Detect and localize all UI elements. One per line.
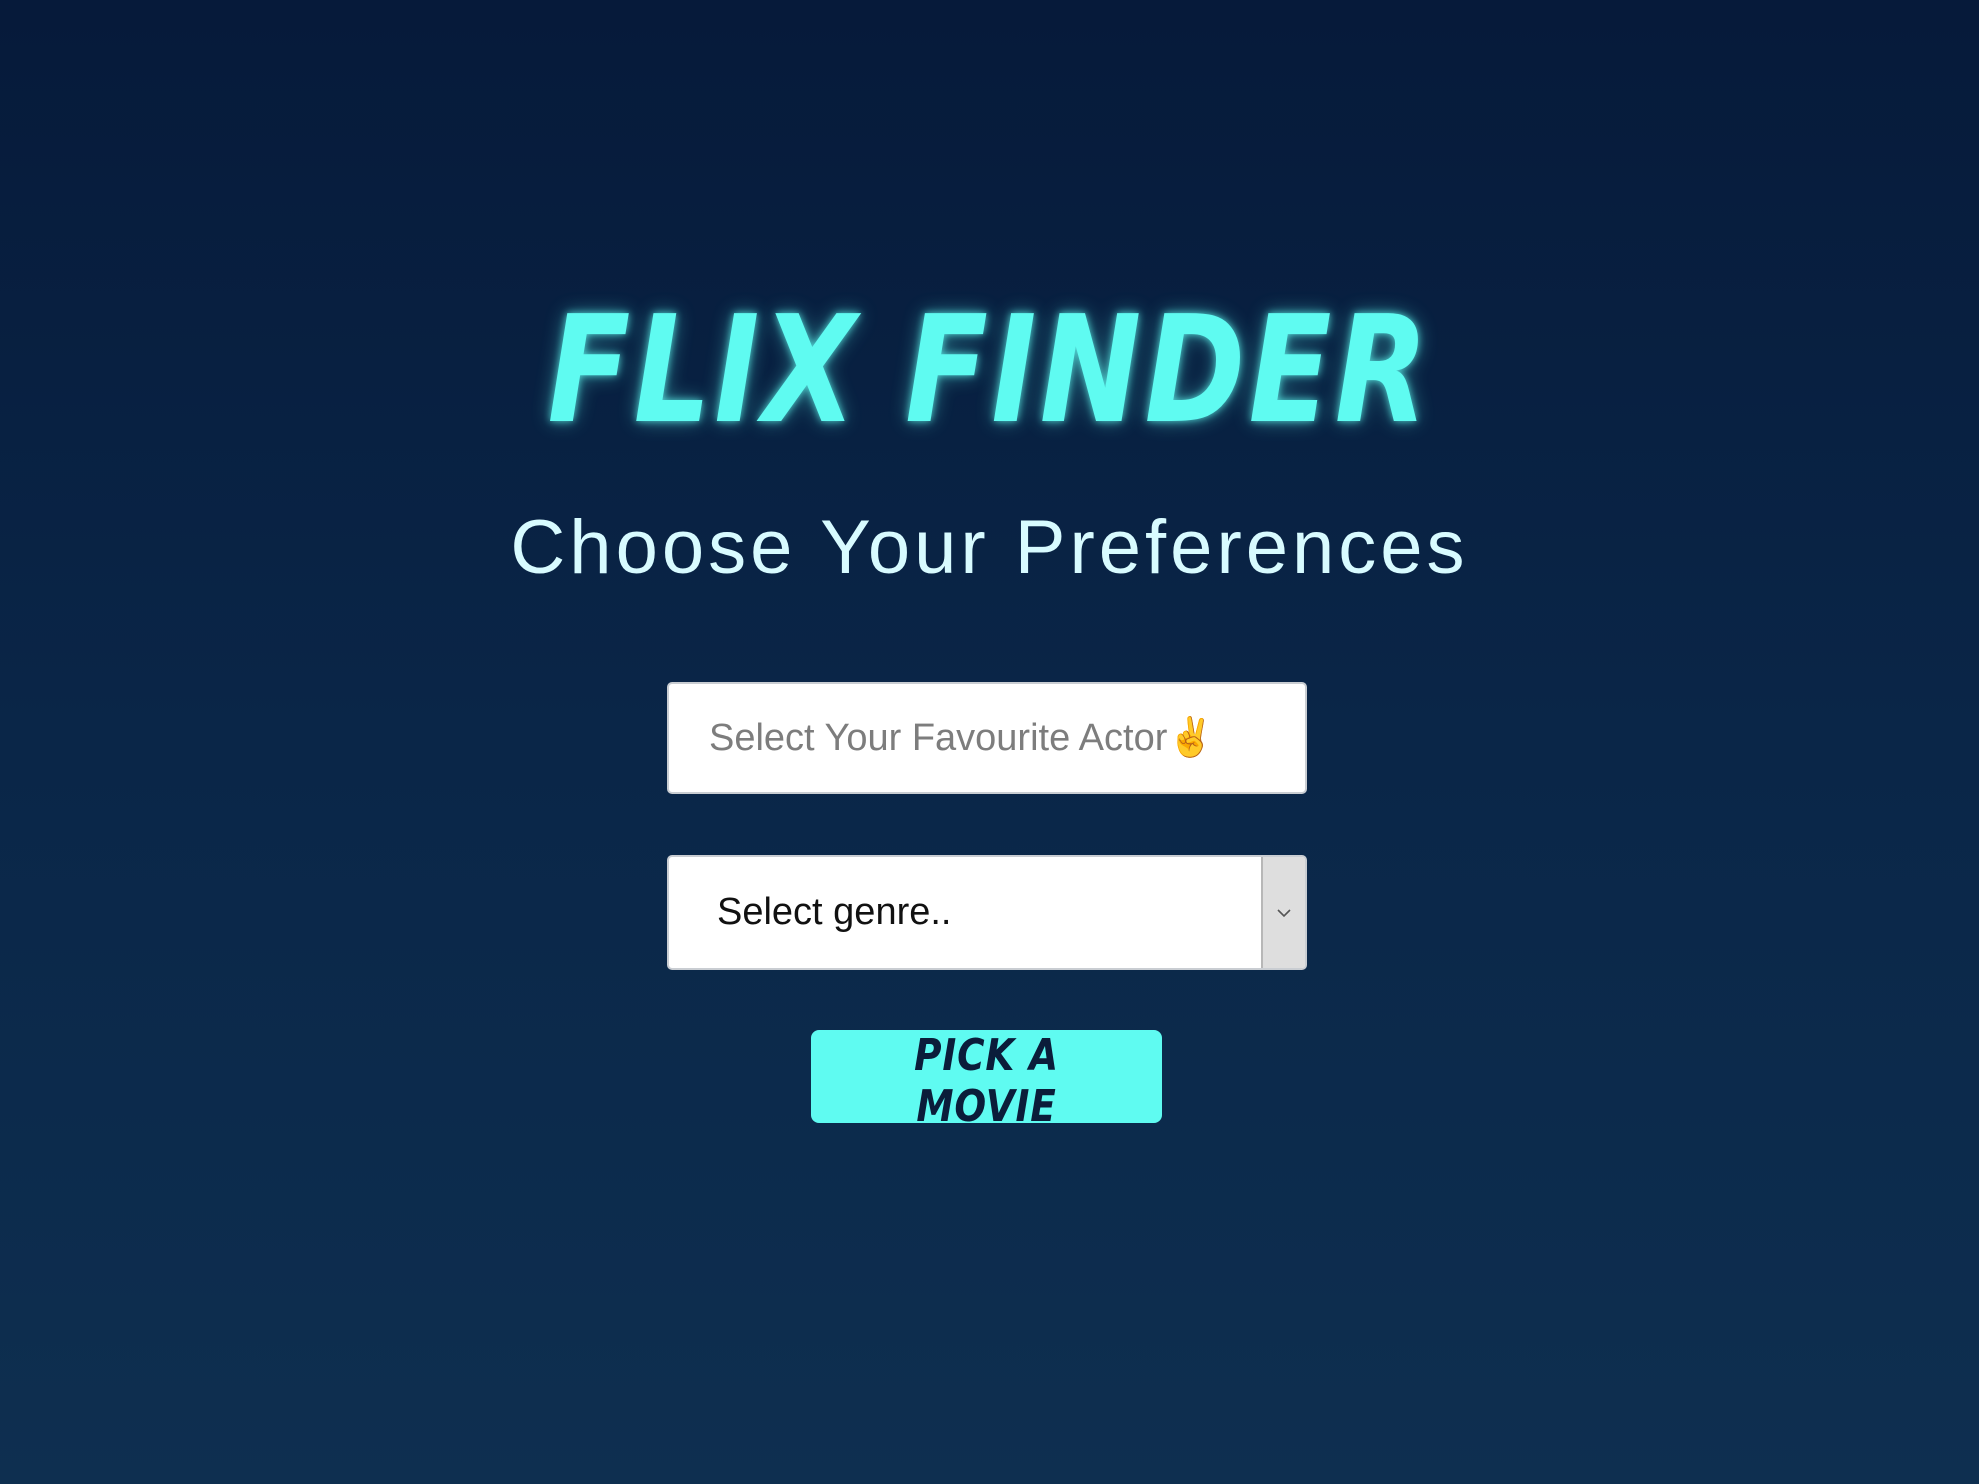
app-title: FLIX FINDER [547, 284, 1432, 456]
favourite-actor-input[interactable] [667, 682, 1307, 794]
dropdown-arrow-button[interactable] [1261, 857, 1305, 968]
pick-a-movie-label: PICK A MOVIE [914, 1030, 1059, 1132]
genre-select-value: Select genre.. [717, 891, 952, 933]
genre-select[interactable]: Select genre.. [667, 855, 1307, 970]
chevron-down-icon [1277, 908, 1291, 917]
page-subtitle: Choose Your Preferences [510, 505, 1469, 590]
pick-a-movie-button[interactable]: PICK A MOVIE [811, 1030, 1162, 1132]
